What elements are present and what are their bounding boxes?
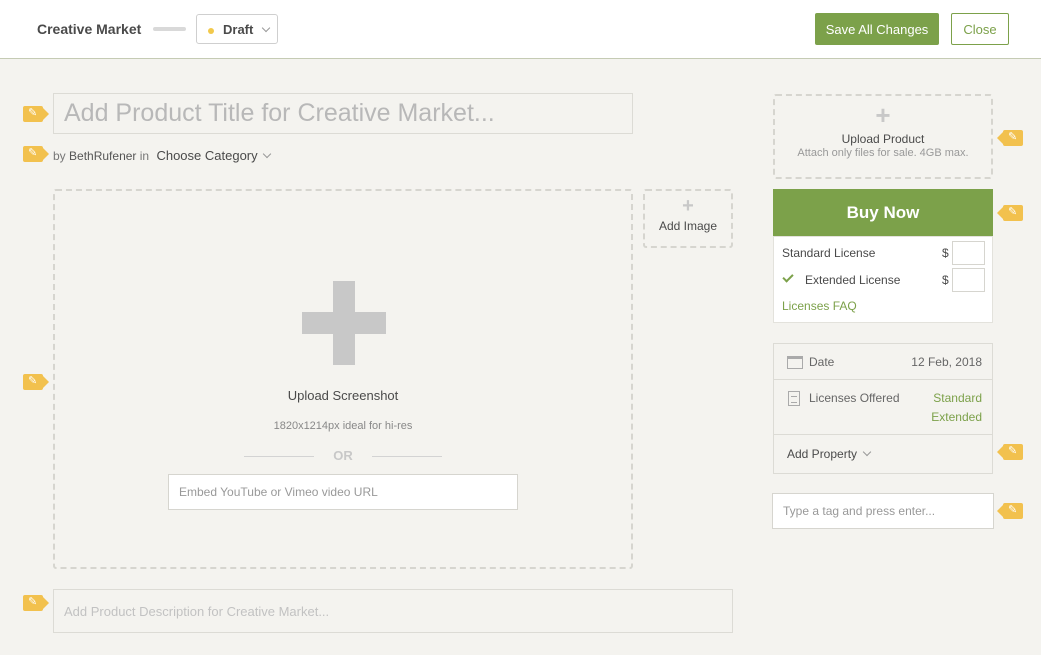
document-icon [788,391,800,406]
properties-panel: Date 12 Feb, 2018 Licenses Offered Stand… [773,343,993,474]
author-name[interactable]: BethRufener [69,149,136,163]
date-value[interactable]: 12 Feb, 2018 [911,355,982,369]
license-value-extended: Extended [931,410,982,424]
chevron-down-icon [862,447,872,457]
licenses-offered-label: Licenses Offered [809,391,900,405]
extended-license-price-input[interactable] [952,268,985,292]
product-title-input[interactable] [53,93,633,134]
upload-product-hint: Attach only files for sale. 4GB max. [797,147,969,159]
upload-product-dropzone[interactable]: + Upload Product Attach only files for s… [773,94,993,179]
currency-symbol: $ [942,273,949,287]
category-label: Choose Category [156,148,258,163]
save-all-changes-button[interactable]: Save All Changes [815,13,939,45]
add-property-label: Add Property [787,447,858,461]
divider [774,434,992,435]
or-separator: OR [333,448,353,463]
upload-product-label: Upload Product [841,132,925,146]
plus-icon: + [682,195,694,217]
standard-license-label: Standard License [782,246,876,260]
brand-name: Creative Market [37,21,142,37]
currency-symbol: $ [942,246,949,260]
top-bar: Creative Market Draft Save All Changes C… [0,0,1041,59]
buy-now-button[interactable]: Buy Now [773,189,993,236]
licenses-panel: Standard License $ Extended License $ Li… [773,236,993,323]
extended-license-label: Extended License [805,273,901,287]
upload-screenshot-label: Upload Screenshot [287,388,399,403]
close-button[interactable]: Close [951,13,1009,45]
status-dot-icon [208,28,214,34]
in-word: in [139,149,150,163]
licenses-faq-link[interactable]: Licenses FAQ [782,299,857,313]
add-image-button[interactable]: + Add Image [643,189,733,248]
status-label: Draft [223,22,254,37]
pencil-edit-icon[interactable] [23,146,49,162]
standard-license-price-input[interactable] [952,241,985,265]
tag-input[interactable] [772,493,994,529]
product-description-input[interactable] [53,589,733,633]
pencil-edit-icon[interactable] [997,205,1023,221]
chevron-down-icon [261,23,271,33]
by-prefix: by [53,149,66,163]
brand-divider [153,27,186,31]
pencil-edit-icon[interactable] [997,444,1023,460]
pencil-edit-icon[interactable] [23,106,49,122]
divider [372,456,442,457]
calendar-icon [787,356,803,369]
pencil-edit-icon[interactable] [997,503,1023,519]
add-property-dropdown[interactable]: Add Property [787,447,872,461]
add-image-label: Add Image [658,219,718,233]
screenshot-dropzone[interactable]: Upload Screenshot 1820x1214px ideal for … [53,189,633,569]
pencil-edit-icon[interactable] [997,130,1023,146]
category-dropdown[interactable]: Choose Category [156,148,271,163]
plus-icon: + [875,100,891,130]
pencil-edit-icon[interactable] [23,595,49,611]
status-dropdown[interactable]: Draft [196,14,278,44]
date-label: Date [809,355,835,369]
checkmark-icon[interactable] [782,271,794,283]
upload-screenshot-hint: 1820x1214px ideal for hi-res [273,420,413,432]
divider [774,379,992,380]
pencil-edit-icon[interactable] [23,374,49,390]
plus-icon-bar [302,312,386,334]
license-value-standard: Standard [933,391,982,405]
embed-video-url-input[interactable] [168,474,518,510]
byline: by BethRufener in Choose Category [53,148,271,163]
chevron-down-icon [262,149,271,159]
